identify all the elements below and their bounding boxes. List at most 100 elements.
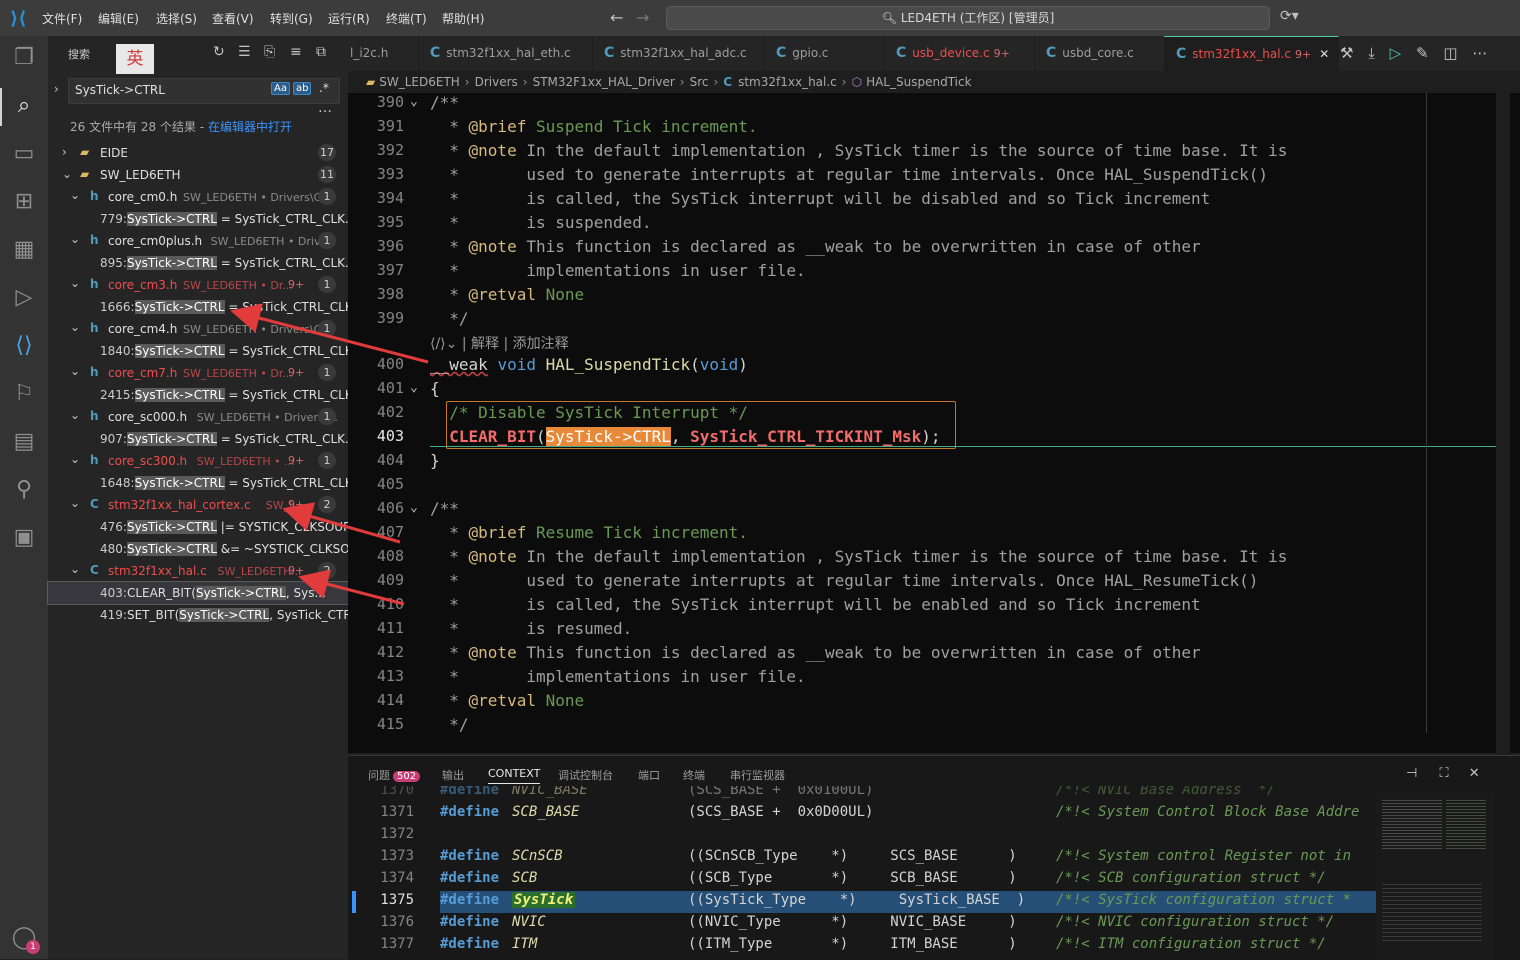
close-tab-icon[interactable]: ✕: [1319, 47, 1329, 61]
fold-chevron-icon[interactable]: ⌄: [410, 94, 418, 109]
notes-icon[interactable]: ▣: [10, 524, 38, 552]
search-match[interactable]: 1840:SysTick->CTRL = SysTick_CTRL_CLK...: [48, 340, 348, 362]
editor-tab[interactable]: Cstm32f1xx_hal_eth.c: [418, 36, 593, 71]
run-icon[interactable]: ▷: [1390, 44, 1402, 62]
define-keyword: #define: [440, 936, 500, 952]
result-folder[interactable]: ⌄ ▰ SW_LED6ETH 11: [48, 164, 348, 186]
maximize-panel-icon[interactable]: ⛶: [1439, 766, 1448, 781]
result-file[interactable]: ⌄ h core_sc300.h SW_LED6ETH • ... 9+ 1: [48, 450, 348, 472]
panel-tab[interactable]: 端口: [638, 767, 660, 783]
breadcrumb-item[interactable]: HAL_SuspendTick: [866, 75, 971, 89]
copilot-icon[interactable]: ⟳▾: [1280, 8, 1299, 24]
download-icon[interactable]: ⤓: [1368, 44, 1375, 62]
menu-item[interactable]: 转到(G): [270, 10, 313, 27]
match-case-toggle[interactable]: Aa: [271, 82, 290, 95]
search-match[interactable]: 2415:SysTick->CTRL = SysTick_CTRL_CLK...: [48, 384, 348, 406]
panel-tab[interactable]: 串行监视器: [730, 767, 785, 783]
search-match[interactable]: 419:SET_BIT(SysTick->CTRL, SysTick_CTR..…: [48, 604, 348, 626]
breadcrumb-item[interactable]: Src: [690, 75, 709, 89]
search-match[interactable]: 1666:SysTick->CTRL = SysTick_CTRL_CLK...: [48, 296, 348, 318]
regex-toggle[interactable]: .*: [319, 81, 329, 95]
c-file-icon: C: [604, 45, 615, 61]
code-editor[interactable]: 390 ⌄ /** 391 * @brief Suspend Tick increme…: [348, 93, 1520, 753]
menu-item[interactable]: 运行(R): [328, 10, 370, 27]
editor-tab[interactable]: Cusb_device.c 9+: [884, 36, 1035, 71]
panel-tab[interactable]: 问题 502: [368, 767, 421, 783]
editor-tab[interactable]: Cgpio.c: [764, 36, 885, 71]
close-panel-icon[interactable]: ✕: [1469, 766, 1480, 781]
menu-item[interactable]: 选择(S): [156, 10, 197, 27]
view-as-tree-icon[interactable]: ≡: [290, 44, 302, 60]
open-in-editor-link[interactable]: 在编辑器中打开: [208, 120, 292, 134]
code-icon[interactable]: ⟨⟩: [10, 332, 38, 360]
run-debug-icon[interactable]: ▷: [10, 284, 38, 312]
result-file[interactable]: ⌄ h core_cm3.h SW_LED6ETH • Dr... 9+ 1: [48, 274, 348, 296]
bookmark-icon[interactable]: ⚐: [10, 380, 38, 408]
chevron-down-icon: ⌄: [70, 364, 81, 378]
search-match[interactable]: 779:SysTick->CTRL = SysTick_CTRL_CLK...: [48, 208, 348, 230]
menu-item[interactable]: 文件(F): [42, 10, 82, 27]
result-file[interactable]: ⌄ h core_cm7.h SW_LED6ETH • Dr... 9+ 1: [48, 362, 348, 384]
result-folder[interactable]: › ▰ EIDE 17: [48, 142, 348, 164]
fold-chevron-icon[interactable]: ⌄: [410, 380, 418, 395]
search-match[interactable]: 403:CLEAR_BIT(SysTick->CTRL, Sys...: [47, 581, 349, 605]
pin-icon[interactable]: ⊣: [1406, 766, 1417, 781]
result-file[interactable]: ⌄ h core_cm0plus.h SW_LED6ETH • Driv... 1: [48, 230, 348, 252]
result-file[interactable]: ⌄ h core_sc000.h SW_LED6ETH • Drivers\... 1: [48, 406, 348, 428]
panel-tab[interactable]: CONTEXT: [488, 767, 541, 784]
search-match[interactable]: 1648:SysTick->CTRL = SysTick_CTRL_CLK...: [48, 472, 348, 494]
editor-tab[interactable]: l_i2c.h: [348, 36, 419, 71]
menu-item[interactable]: 帮助(H): [442, 10, 484, 27]
chip-icon[interactable]: ▦: [10, 236, 38, 264]
more-options-icon[interactable]: …: [318, 100, 332, 116]
search-match[interactable]: 895:SysTick->CTRL = SysTick_CTRL_CLK...: [48, 252, 348, 274]
split-editor-icon[interactable]: ◫: [1443, 44, 1457, 62]
h-file-icon: h: [90, 277, 99, 291]
define-line: #define NVIC ((NVIC_Type *) NVIC_BASE ) /*!…: [440, 914, 1334, 930]
search-match[interactable]: 476:SysTick->CTRL |= SYSTICK_CLKSOUR...: [48, 516, 348, 538]
search-icon[interactable]: ⌕: [10, 92, 38, 120]
panel-tab[interactable]: 终端: [683, 767, 705, 783]
new-search-editor-icon[interactable]: ⎘: [264, 44, 275, 60]
result-file[interactable]: ⌄ h core_cm0.h SW_LED6ETH • Drivers\C... 1: [48, 186, 348, 208]
fold-chevron-icon[interactable]: ⌄: [410, 500, 418, 515]
more-actions-icon[interactable]: ⋯: [1472, 44, 1487, 62]
calendar-icon[interactable]: ▤: [10, 428, 38, 456]
refresh-icon[interactable]: ↻: [213, 44, 225, 60]
search-match[interactable]: 480:SysTick->CTRL &= ~SYSTICK_CLKSO...: [48, 538, 348, 560]
codelens[interactable]: ⟨/⟩⌄ | 解释 | 添加注释: [430, 333, 569, 353]
back-icon[interactable]: ←: [610, 8, 623, 27]
minimap[interactable]: [1376, 794, 1494, 960]
remote-explorer-icon[interactable]: ▭: [10, 140, 38, 168]
result-file[interactable]: ⌄ h core_cm4.h SW_LED6ETH • Drivers\C... 1: [48, 318, 348, 340]
result-file[interactable]: ⌄ Cstm32f1xx_hal_cortex.c SW_L... 9+ 2: [48, 494, 348, 516]
editor-scrollbar[interactable]: [1496, 93, 1510, 753]
breadcrumb-item[interactable]: Drivers: [475, 75, 518, 89]
collapse-all-icon[interactable]: ⧉: [316, 44, 326, 60]
result-file[interactable]: ⌄ Cstm32f1xx_hal.c SW_LED6ETH... 9+ 2: [48, 560, 348, 582]
whole-word-toggle[interactable]: ab: [293, 82, 312, 95]
menu-item[interactable]: 编辑(E): [98, 10, 139, 27]
clean-icon[interactable]: ✎: [1416, 44, 1429, 62]
panel-tab[interactable]: 输出: [442, 767, 464, 783]
panel-tab[interactable]: 调试控制台: [558, 767, 613, 783]
breadcrumb-item[interactable]: SW_LED6ETH: [379, 75, 460, 89]
context-code[interactable]: 1370 #define NVIC_BASE (SCS_BASE + 0x0100UL…: [348, 786, 1378, 958]
menu-item[interactable]: 查看(V): [212, 10, 254, 27]
extensions-icon[interactable]: ⊞: [10, 188, 38, 216]
breadcrumb-item[interactable]: STM32F1xx_HAL_Driver: [533, 75, 675, 89]
forward-icon[interactable]: →: [636, 8, 649, 27]
editor-tab[interactable]: Cstm32f1xx_hal.c 9+ ✕: [1164, 36, 1339, 72]
editor-tab[interactable]: Cusbd_core.c: [1034, 36, 1165, 71]
menu-item[interactable]: 终端(T): [386, 10, 427, 27]
command-center[interactable]: 🔍︎ LED4ETH (工作区) [管理员]: [666, 6, 1270, 30]
breadcrumb-item[interactable]: stm32f1xx_hal.c: [738, 75, 837, 89]
search-match[interactable]: 907:SysTick->CTRL = SysTick_CTRL_CLK...: [48, 428, 348, 450]
build-icon[interactable]: ⚒: [1340, 44, 1353, 62]
clear-results-icon[interactable]: ☰: [238, 44, 251, 60]
git-graph-icon[interactable]: ⚲: [10, 476, 38, 504]
explorer-icon[interactable]: ❐: [10, 44, 38, 72]
search-input[interactable]: SysTick->CTRL Aa ab .*: [68, 78, 340, 104]
editor-tab[interactable]: Cstm32f1xx_hal_adc.c: [592, 36, 765, 71]
toggle-replace-icon[interactable]: ›: [54, 82, 59, 96]
